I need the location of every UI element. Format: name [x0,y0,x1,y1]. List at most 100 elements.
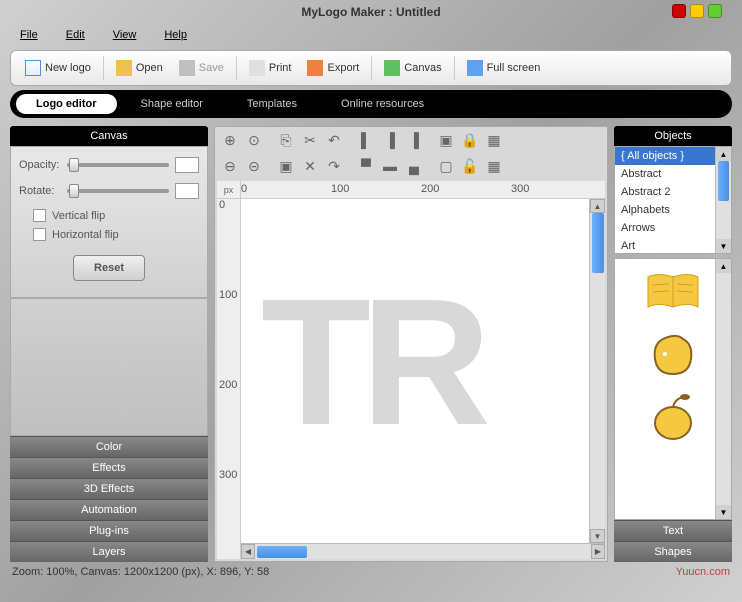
vertical-scrollbar[interactable]: ▲ ▼ [589,199,605,543]
menu-help[interactable]: Help [164,29,187,41]
tab-3d-effects[interactable]: 3D Effects [10,478,208,499]
rotate-slider[interactable] [67,189,169,193]
object-item-all[interactable]: { All objects }≡ [615,147,731,165]
align-top-icon[interactable]: ▀ [355,155,377,177]
new-logo-button[interactable]: New logo [19,56,97,80]
scroll-up-icon[interactable]: ▲ [716,147,731,161]
canvas-view[interactable]: TR [241,199,589,543]
zoom-fit-icon[interactable]: ⊙ [243,129,265,151]
tab-automation[interactable]: Automation [10,499,208,520]
scroll-left-icon[interactable]: ◀ [241,544,255,559]
zoom-in-icon[interactable]: ⊕ [219,129,241,151]
canvas-icon [384,60,400,76]
align-center-icon[interactable]: ▐ [379,129,401,151]
object-item-alphabets[interactable]: Alphabets [615,201,731,219]
ruler-horizontal: 0 100 200 300 [241,181,605,199]
tab-color[interactable]: Color [10,436,208,457]
toolbar: New logo Open Save Print Export Canvas F… [10,50,732,86]
vscroll-thumb[interactable] [592,213,604,273]
bring-front-icon[interactable]: ▣ [435,129,457,151]
left-spacer [10,298,208,436]
preview-book-icon[interactable] [643,267,703,317]
left-panel: Canvas Opacity: Rotate: Vertical flip Ho… [10,126,208,562]
object-item-abstract[interactable]: Abstract≡ [615,165,731,183]
paste-icon[interactable]: ▣ [275,155,297,177]
main-area: Canvas Opacity: Rotate: Vertical flip Ho… [0,122,742,562]
scroll-right-icon[interactable]: ▶ [591,544,605,559]
scroll-down-icon[interactable]: ▼ [716,505,731,519]
preview-head-icon[interactable] [643,329,703,379]
object-item-arrows[interactable]: Arrows [615,219,731,237]
nav-online-resources[interactable]: Online resources [321,94,444,114]
maximize-button[interactable] [708,4,722,18]
objects-header: Objects [614,126,732,146]
hflip-checkbox[interactable] [33,228,46,241]
menu-file[interactable]: File [20,29,38,41]
scroll-down-icon[interactable]: ▼ [716,239,731,253]
save-button[interactable]: Save [173,56,230,80]
opacity-label: Opacity: [19,159,61,171]
reset-button[interactable]: Reset [73,255,145,281]
canvas-button[interactable]: Canvas [378,56,447,80]
titlebar: MyLogo Maker : Untitled [0,0,742,24]
disk-icon [179,60,195,76]
right-panel: Objects { All objects }≡ Abstract≡ Abstr… [614,126,732,562]
unlock-icon[interactable]: 🔓 [459,155,481,177]
cut-icon[interactable]: ✂ [299,129,321,151]
vflip-checkbox[interactable] [33,209,46,222]
preview-fruit-icon[interactable] [643,391,703,441]
send-back-icon[interactable]: ▢ [435,155,457,177]
fullscreen-button[interactable]: Full screen [461,56,547,80]
tab-shapes[interactable]: Shapes [614,541,732,562]
statusbar: Zoom: 100%, Canvas: 1200x1200 (px), X: 8… [0,562,742,582]
menu-view[interactable]: View [113,29,137,41]
minimize-button[interactable] [690,4,704,18]
menu-edit[interactable]: Edit [66,29,85,41]
rotate-value[interactable] [175,183,199,199]
scroll-up-icon[interactable]: ▲ [590,199,605,213]
align-middle-icon[interactable]: ▬ [379,155,401,177]
nav-shape-editor[interactable]: Shape editor [121,94,223,114]
tab-layers[interactable]: Layers [10,541,208,562]
objects-scrollbar[interactable]: ▲ ▼ [715,147,731,253]
layer-icon[interactable]: ▦ [483,129,505,151]
undo-icon[interactable]: ↶ [323,129,345,151]
tab-effects[interactable]: Effects [10,457,208,478]
zoom-out-icon[interactable]: ⊖ [219,155,241,177]
tab-plugins[interactable]: Plug-ins [10,520,208,541]
layer-down-icon[interactable]: ▦ [483,155,505,177]
delete-icon[interactable]: ✕ [299,155,321,177]
lock-icon[interactable]: 🔒 [459,129,481,151]
export-icon [307,60,323,76]
nav-logo-editor[interactable]: Logo editor [16,94,117,114]
scroll-down-icon[interactable]: ▼ [590,529,605,543]
ruler-vertical: 0 100 200 300 [217,199,241,559]
print-button[interactable]: Print [243,56,298,80]
tab-text[interactable]: Text [614,520,732,541]
status-text: Zoom: 100%, Canvas: 1200x1200 (px), X: 8… [12,566,269,578]
left-tabs: Color Effects 3D Effects Automation Plug… [10,436,208,562]
redo-icon[interactable]: ↷ [323,155,345,177]
object-item-abstract2[interactable]: Abstract 2 [615,183,731,201]
hscroll-thumb[interactable] [257,546,307,558]
zoom-reset-icon[interactable]: ⊝ [243,155,265,177]
canvas-controls: Opacity: Rotate: Vertical flip Horizonta… [10,146,208,298]
close-button[interactable] [672,4,686,18]
nav-templates[interactable]: Templates [227,94,317,114]
copy-icon[interactable]: ⎘ [275,129,297,151]
align-right-icon[interactable]: ▐ [403,129,425,151]
canvas-area: px 0 100 200 300 0 100 200 300 [217,181,605,559]
object-item-art[interactable]: Art [615,237,731,254]
open-button[interactable]: Open [110,56,169,80]
opacity-value[interactable] [175,157,199,173]
scroll-up-icon[interactable]: ▲ [716,259,731,273]
align-bottom-icon[interactable]: ▄ [403,155,425,177]
printer-icon [249,60,265,76]
export-button[interactable]: Export [301,56,365,80]
canvas-panel-header: Canvas [10,126,208,146]
preview-scrollbar[interactable]: ▲ ▼ [715,259,731,519]
opacity-slider[interactable] [67,163,169,167]
right-tabs: Text Shapes [614,520,732,562]
horizontal-scrollbar[interactable]: ◀ ▶ [241,543,605,559]
align-left-icon[interactable]: ▌ [355,129,377,151]
